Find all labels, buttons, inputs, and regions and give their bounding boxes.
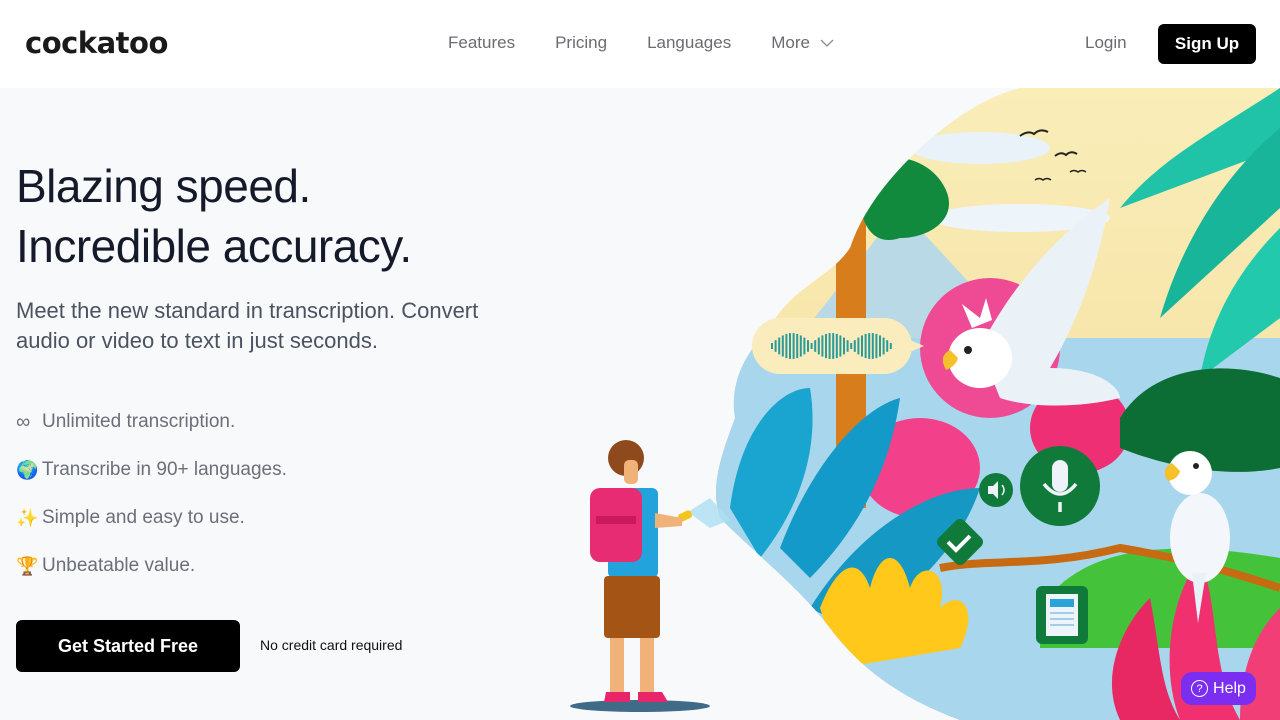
nav-more-dropdown[interactable]: More — [771, 33, 834, 53]
feature-label: Simple and easy to use. — [42, 507, 245, 528]
feature-list: ∞ Unlimited transcription. 🌍 Transcribe … — [16, 398, 287, 590]
audio-wave-bubble — [752, 318, 924, 374]
nav-pricing-label: Pricing — [555, 33, 608, 52]
site-header: cockatoo Features Pricing Languages More… — [0, 0, 1280, 88]
no-credit-card-note: No credit card required — [260, 637, 403, 653]
hero-illustration — [570, 88, 1280, 720]
headline-line-1: Blazing speed. — [16, 160, 311, 212]
chevron-down-icon — [820, 39, 834, 47]
hero-headline: Blazing speed. Incredible accuracy. — [16, 156, 412, 276]
feature-item: ✨ Simple and easy to use. — [16, 494, 287, 542]
nav-more-label: More — [771, 33, 810, 52]
signup-button[interactable]: Sign Up — [1158, 24, 1256, 64]
headline-line-2: Incredible accuracy. — [16, 220, 412, 272]
get-started-button[interactable]: Get Started Free — [16, 620, 240, 672]
feature-item: 🏆 Unbeatable value. — [16, 542, 287, 590]
trophy-icon: 🏆 — [16, 555, 39, 576]
question-circle-icon: ? — [1191, 680, 1209, 697]
feature-item: ∞ Unlimited transcription. — [16, 398, 287, 446]
jungle-scene — [715, 88, 1280, 720]
nav-languages-label: Languages — [647, 33, 732, 52]
cloud — [910, 132, 1050, 164]
main-nav: Features Pricing Languages More — [448, 33, 834, 53]
help-button[interactable]: ? Help — [1181, 672, 1256, 705]
speaker-icon — [979, 473, 1013, 507]
feature-label: Transcribe in 90+ languages. — [42, 459, 287, 480]
sparkles-icon: ✨ — [16, 507, 39, 528]
document-icon — [1036, 586, 1088, 644]
hero-lead-text: Meet the new standard in transcription. … — [16, 298, 479, 353]
nav-features-label: Features — [448, 33, 516, 52]
globe-icon: 🌍 — [16, 459, 39, 480]
help-label: Help — [1213, 679, 1246, 697]
nav-features[interactable]: Features — [448, 33, 515, 53]
cockatoo-logo[interactable]: cockatoo — [25, 26, 168, 60]
login-link[interactable]: Login — [1085, 33, 1127, 53]
nav-pricing[interactable]: Pricing — [555, 33, 607, 53]
feature-item: 🌍 Transcribe in 90+ languages. — [16, 446, 287, 494]
feature-label: Unbeatable value. — [42, 555, 196, 576]
infinity-icon: ∞ — [16, 410, 31, 433]
explorer-person — [570, 440, 730, 712]
feature-label: Unlimited transcription. — [42, 411, 236, 432]
microphone-icon — [1020, 446, 1100, 526]
nav-languages[interactable]: Languages — [647, 33, 731, 53]
